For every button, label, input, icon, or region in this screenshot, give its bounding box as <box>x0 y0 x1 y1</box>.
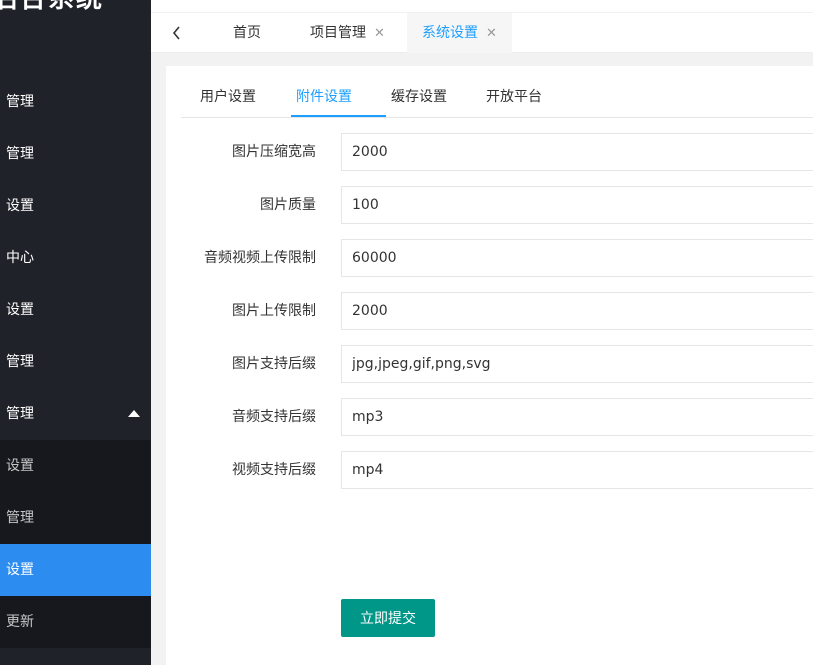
sidebar-subitem-2[interactable]: 管理 <box>0 492 151 544</box>
tab-user-settings[interactable]: 用户设置 <box>200 78 256 118</box>
sidebar-item-4[interactable]: 中心 <box>0 232 151 284</box>
form-row-image-compress: 图片压缩宽高 <box>166 133 813 171</box>
caret-up-icon <box>128 410 140 417</box>
sidebar-item-label: 管理 <box>6 94 34 110</box>
close-icon[interactable]: ✕ <box>486 26 497 41</box>
sidebar-item-1[interactable]: 管理 <box>0 76 151 128</box>
sidebar-subitem-3-active[interactable]: 设置 <box>0 544 151 596</box>
form-row-image-upload-limit: 图片上传限制 <box>166 292 813 330</box>
sidebar-subitem-1[interactable]: 设置 <box>0 440 151 492</box>
sidebar-subitem-label: 管理 <box>6 510 34 526</box>
tab-project-management[interactable]: 项目管理 ✕ <box>310 13 385 53</box>
sidebar-item-2[interactable]: 管理 <box>0 128 151 180</box>
sidebar-menu: 管理 管理 设置 中心 设置 管理 管理 设置 管理 设置 更新 <box>0 76 151 648</box>
sidebar-item-label: 管理 <box>6 406 34 422</box>
form-label: 图片压缩宽高 <box>232 144 316 160</box>
form-label: 图片质量 <box>260 197 316 213</box>
sidebar-item-label: 设置 <box>6 302 34 318</box>
image-upload-limit-input[interactable] <box>341 292 813 330</box>
page-tabs-bar: 首页 项目管理 ✕ 系统设置 ✕ <box>151 13 813 53</box>
sidebar-item-label: 中心 <box>6 250 34 266</box>
submit-button[interactable]: 立即提交 <box>341 599 435 637</box>
form-row-video-extensions: 视频支持后缀 <box>166 451 813 489</box>
image-compress-size-input[interactable] <box>341 133 813 171</box>
tab-open-platform[interactable]: 开放平台 <box>486 78 542 118</box>
form-label: 音频视频上传限制 <box>204 250 316 266</box>
image-quality-input[interactable] <box>341 186 813 224</box>
sidebar-subitem-label: 设置 <box>6 458 34 474</box>
sidebar-item-5[interactable]: 设置 <box>0 284 151 336</box>
sidebar-item-6[interactable]: 管理 <box>0 336 151 388</box>
av-upload-limit-input[interactable] <box>341 239 813 277</box>
active-tab-indicator <box>291 115 386 117</box>
header-bar <box>151 0 813 13</box>
sidebar-subitem-4[interactable]: 更新 <box>0 596 151 648</box>
audio-extensions-input[interactable] <box>341 398 813 436</box>
tabs-scroll-left-button[interactable] <box>163 13 191 53</box>
tab-system-settings[interactable]: 系统设置 ✕ <box>407 13 512 53</box>
sidebar-submenu: 设置 管理 设置 更新 <box>0 440 151 648</box>
form-label: 图片支持后缀 <box>232 356 316 372</box>
sidebar-item-label: 管理 <box>6 354 34 370</box>
sidebar: 后台系统 管理 管理 设置 中心 设置 管理 管理 设置 管理 设置 更新 <box>0 0 151 665</box>
settings-tabs: 用户设置 附件设置 缓存设置 开放平台 <box>181 78 813 118</box>
sidebar-item-3[interactable]: 设置 <box>0 180 151 232</box>
sidebar-subitem-label: 更新 <box>6 614 34 630</box>
form-row-av-upload-limit: 音频视频上传限制 <box>166 239 813 277</box>
chevron-left-icon <box>172 26 180 40</box>
sidebar-item-label: 管理 <box>6 146 34 162</box>
image-extensions-input[interactable] <box>341 345 813 383</box>
sidebar-item-7-expanded[interactable]: 管理 <box>0 388 151 440</box>
tab-label: 系统设置 <box>422 25 478 41</box>
form-row-image-quality: 图片质量 <box>166 186 813 224</box>
tab-label: 项目管理 <box>310 25 366 41</box>
settings-panel: 用户设置 附件设置 缓存设置 开放平台 图片压缩宽高 图片质量 音频视频上传限制… <box>166 66 813 665</box>
form-label: 图片上传限制 <box>232 303 316 319</box>
app-logo: 后台系统 <box>0 0 104 15</box>
video-extensions-input[interactable] <box>341 451 813 489</box>
sidebar-item-label: 设置 <box>6 198 34 214</box>
form-label: 音频支持后缀 <box>232 409 316 425</box>
tab-home[interactable]: 首页 <box>233 13 261 53</box>
tab-cache-settings[interactable]: 缓存设置 <box>391 78 447 118</box>
tab-label: 首页 <box>233 25 261 41</box>
close-icon[interactable]: ✕ <box>374 26 385 41</box>
form-label: 视频支持后缀 <box>232 462 316 478</box>
tab-attachment-settings[interactable]: 附件设置 <box>296 78 352 118</box>
form-row-image-extensions: 图片支持后缀 <box>166 345 813 383</box>
form-row-audio-extensions: 音频支持后缀 <box>166 398 813 436</box>
sidebar-subitem-label: 设置 <box>6 562 34 578</box>
